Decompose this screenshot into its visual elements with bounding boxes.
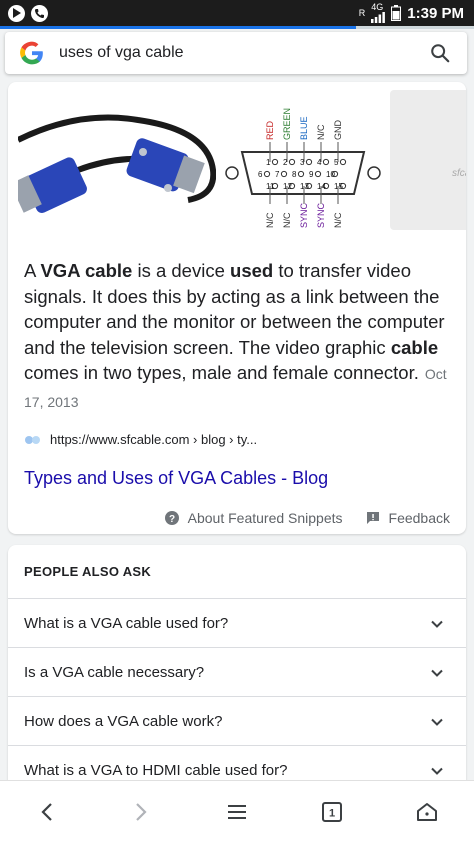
pin-signal-label: N/C — [282, 212, 292, 228]
pin-hole — [305, 158, 313, 166]
feedback-link[interactable]: Feedback — [389, 510, 450, 526]
tab-count: 1 — [329, 808, 335, 820]
result-link[interactable]: Types and Uses of VGA Cables - Blog — [24, 468, 328, 489]
svg-text:?: ? — [169, 514, 175, 525]
watermark-text: sfcab — [452, 168, 466, 179]
pin-hole — [288, 158, 296, 166]
pin-hole — [280, 170, 288, 178]
pin-signal-label: GREEN — [282, 108, 292, 140]
people-also-ask-title: PEOPLE ALSO ASK — [24, 564, 152, 579]
pin-hole — [297, 170, 305, 178]
question-item[interactable]: How does a VGA cable work? — [8, 696, 466, 746]
site-favicon — [25, 435, 40, 444]
question-text[interactable]: What is a VGA to HDMI cable used for? — [24, 762, 287, 779]
phone-circle-icon — [31, 4, 48, 22]
network-type: 4G — [371, 2, 384, 12]
mount-hole — [367, 166, 381, 180]
people-also-ask-card: PEOPLE ALSO ASK What is a VGA cable used… — [8, 545, 466, 805]
search-icon[interactable] — [429, 42, 451, 64]
tabs-button[interactable]: 1 — [319, 799, 345, 825]
pin-number: 8 — [292, 170, 297, 179]
signal-icon — [371, 12, 386, 23]
pin-number: 15 — [334, 182, 343, 191]
roaming-indicator: R — [358, 7, 366, 18]
source-url[interactable]: https://www.sfcable.com › blog › ty... — [50, 432, 257, 447]
forward-button[interactable] — [128, 799, 154, 825]
battery-icon — [391, 5, 402, 21]
pin-number: 4 — [317, 158, 322, 167]
vga-cable-photo[interactable] — [18, 90, 216, 230]
forward-icon[interactable] — [134, 802, 148, 822]
pin-signal-label: N/C — [316, 124, 326, 140]
tabs-icon[interactable]: 1 — [321, 801, 343, 823]
snippet-text: A VGA cable is a device used to transfer… — [24, 258, 454, 416]
pin-hole — [271, 158, 279, 166]
partial-image[interactable]: sfcab — [390, 90, 466, 230]
source-url-row[interactable]: https://www.sfcable.com › blog › ty... — [24, 432, 257, 447]
featured-snippet-card: REDGREENBLUEN/CGND123456789101112131415N… — [8, 82, 466, 534]
pin-number: 10 — [326, 170, 335, 179]
play-circle-icon — [8, 4, 25, 22]
pinout-svg: REDGREENBLUEN/CGND123456789101112131415N… — [225, 108, 381, 228]
snippet-text-part: is a device — [132, 260, 231, 281]
pin-signal-label: GND — [333, 120, 343, 141]
progress-fill — [0, 26, 356, 29]
page-load-progress — [0, 26, 474, 29]
pin-number: 14 — [317, 182, 326, 191]
back-button[interactable] — [34, 799, 60, 825]
pin-signal-label: SYNC — [299, 202, 309, 228]
search-bar[interactable]: uses of vga cable — [5, 32, 467, 74]
pin-number: 1 — [266, 158, 271, 167]
question-item[interactable]: Is a VGA cable necessary? — [8, 647, 466, 697]
question-text[interactable]: What is a VGA cable used for? — [24, 615, 228, 632]
vga-pinout-diagram[interactable]: REDGREENBLUEN/CGND123456789101112131415N… — [220, 90, 386, 230]
pin-signal-label: N/C — [333, 212, 343, 228]
pin-hole — [339, 158, 347, 166]
pin-signal-label: N/C — [265, 212, 275, 228]
menu-button[interactable] — [224, 799, 250, 825]
pin-signal-label: RED — [265, 120, 275, 140]
home-button[interactable] — [414, 799, 440, 825]
feedback-icon[interactable] — [365, 510, 381, 526]
google-logo[interactable] — [19, 40, 45, 66]
browser-bottom-nav: 1 — [0, 780, 474, 843]
snippet-text-part: A — [24, 260, 41, 281]
pin-hole — [263, 170, 271, 178]
snippet-bold-term: used — [230, 260, 274, 281]
menu-icon[interactable] — [228, 804, 246, 820]
home-icon[interactable] — [416, 802, 438, 822]
pin-number: 7 — [275, 170, 280, 179]
back-icon[interactable] — [40, 802, 54, 822]
pin-number: 6 — [258, 170, 263, 179]
pin-hole — [314, 170, 322, 178]
pin-number: 2 — [283, 158, 288, 167]
status-bar: R 4G 1:39 PM — [0, 0, 474, 26]
clock: 1:39 PM — [407, 4, 464, 22]
snippet-bold-term: cable — [390, 336, 439, 358]
question-text[interactable]: Is a VGA cable necessary? — [24, 664, 204, 681]
help-circle-icon[interactable]: ? — [164, 510, 180, 526]
snippet-image-strip[interactable]: REDGREENBLUEN/CGND123456789101112131415N… — [8, 82, 466, 234]
pin-number: 9 — [309, 170, 314, 179]
chevron-down-icon[interactable] — [430, 764, 444, 778]
question-text[interactable]: How does a VGA cable work? — [24, 713, 222, 730]
about-featured-snippets-link[interactable]: About Featured Snippets — [188, 510, 343, 526]
pin-signal-label: BLUE — [299, 116, 309, 140]
chevron-down-icon[interactable] — [430, 666, 444, 680]
question-item[interactable]: What is a VGA cable used for? — [8, 598, 466, 648]
chevron-down-icon[interactable] — [430, 715, 444, 729]
mount-hole — [225, 166, 239, 180]
pin-number: 3 — [300, 158, 305, 167]
snippet-text-part: comes in two types, male and female conn… — [24, 362, 419, 384]
pin-number: 5 — [334, 158, 339, 167]
pin-hole — [322, 158, 330, 166]
pin-signal-label: SYNC — [316, 202, 326, 228]
snippet-footer: ? About Featured Snippets Feedback — [164, 510, 450, 526]
pin-number: 12 — [283, 182, 292, 191]
snippet-bold-term: VGA cable — [40, 260, 133, 281]
pin-number: 13 — [300, 182, 309, 191]
chevron-down-icon[interactable] — [430, 617, 444, 631]
search-input[interactable]: uses of vga cable — [59, 44, 184, 62]
